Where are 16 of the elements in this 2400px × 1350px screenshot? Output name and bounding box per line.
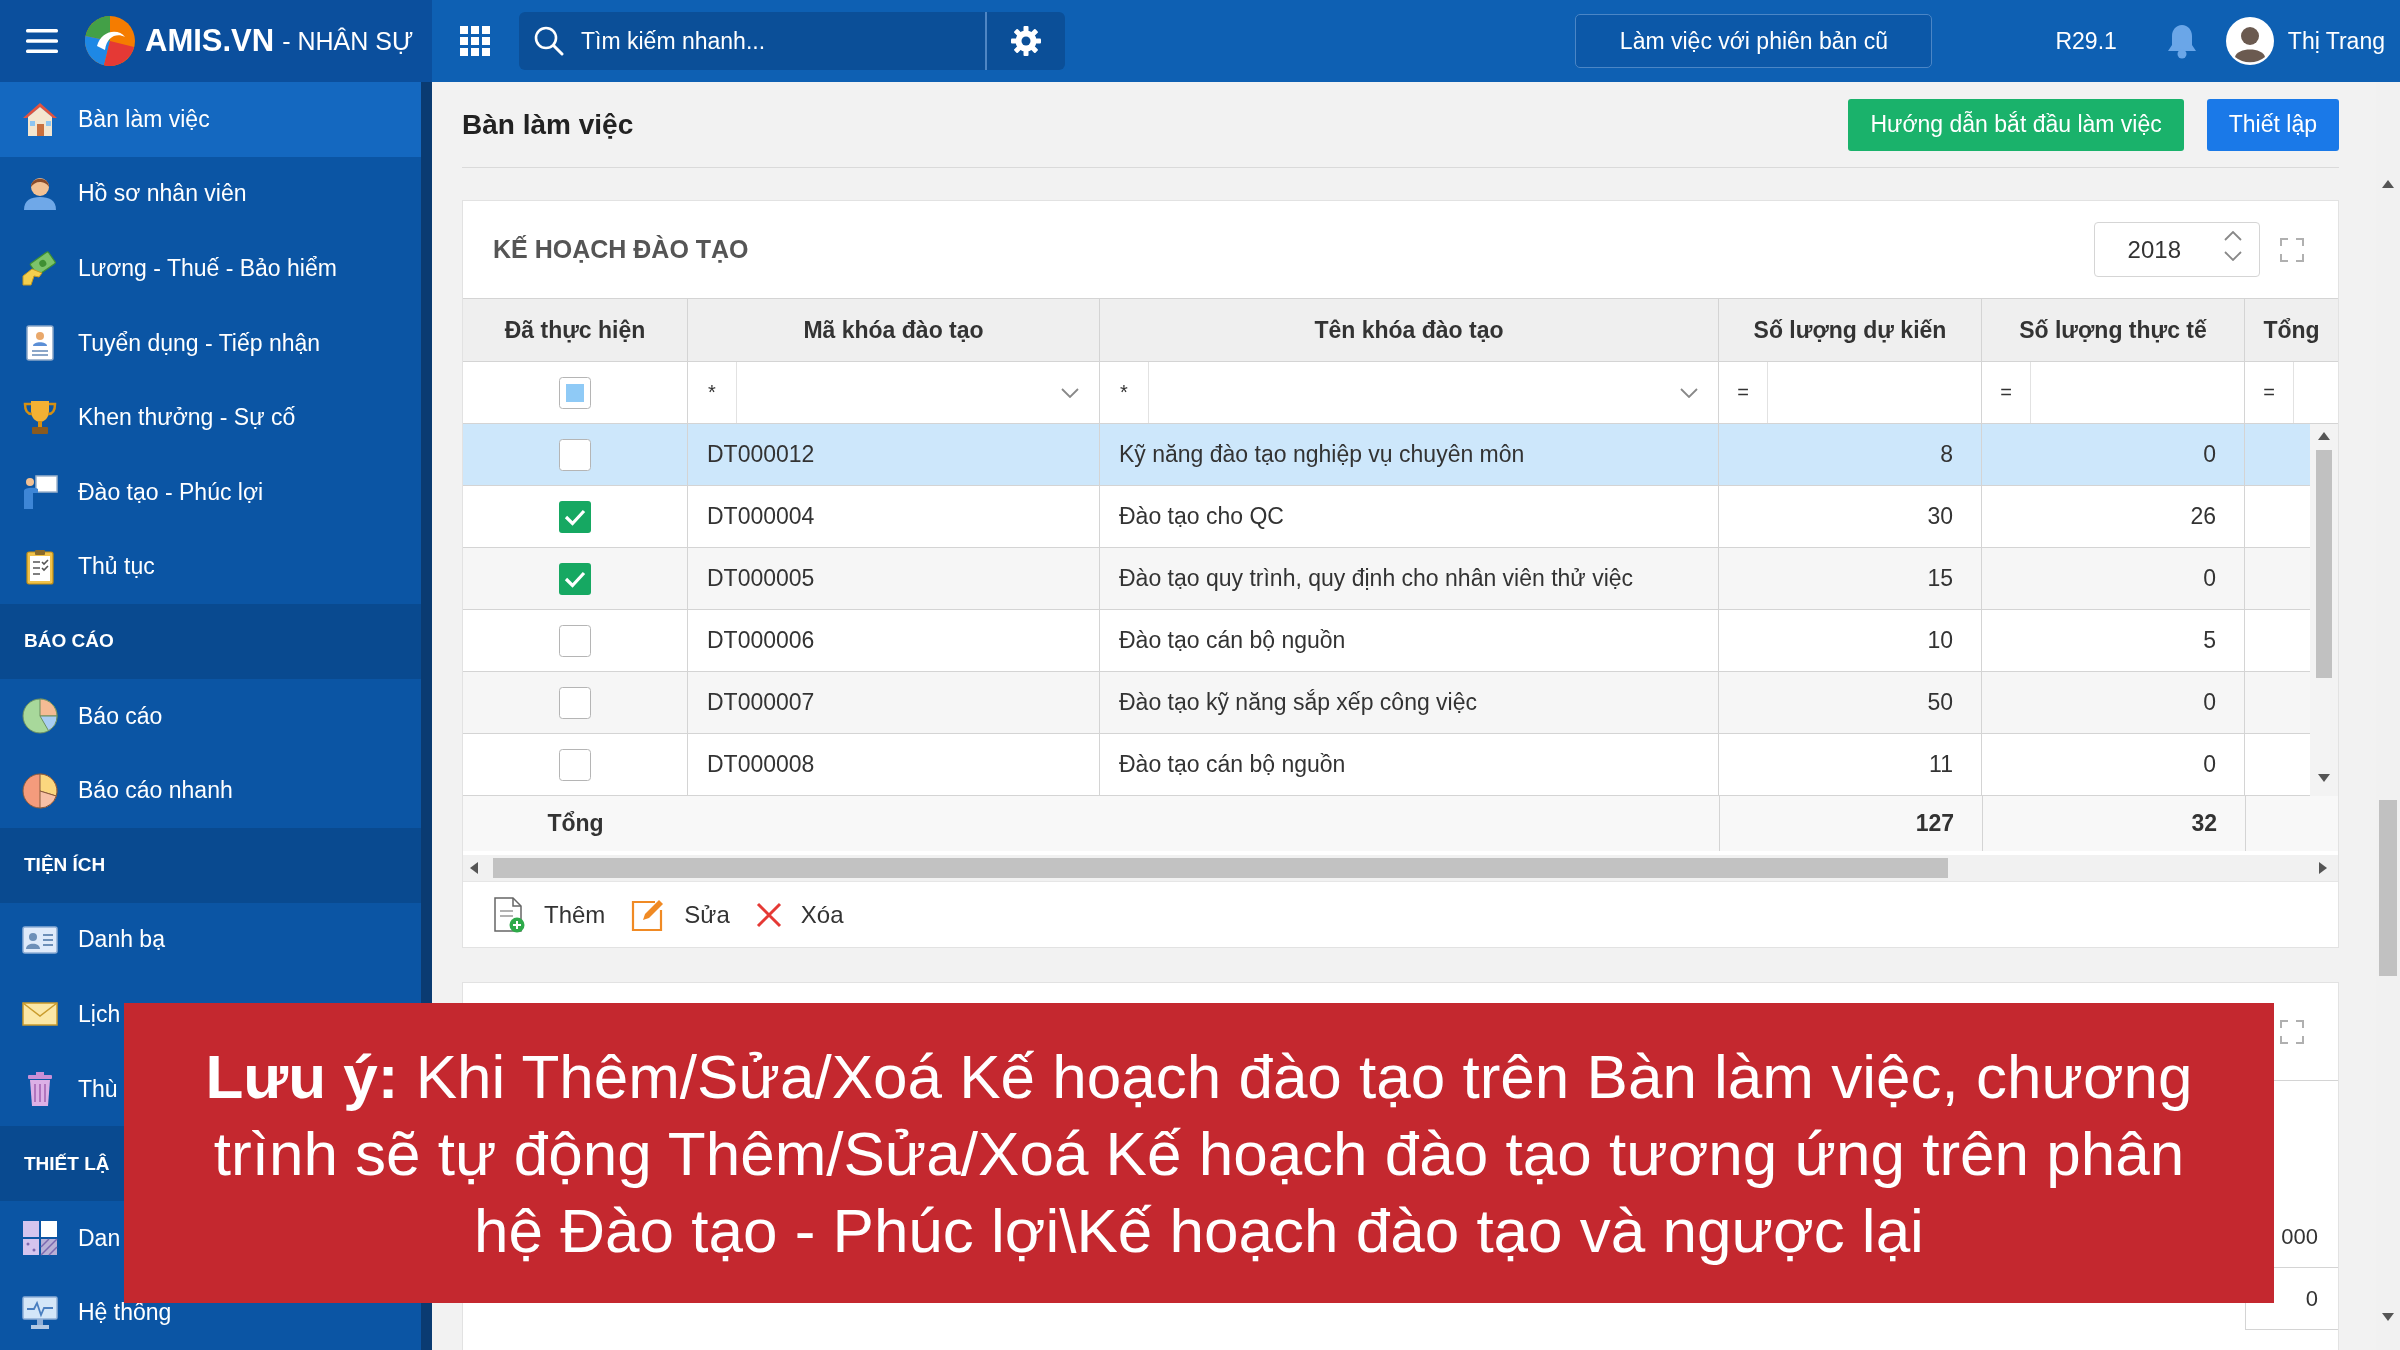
- total-label: Tổng: [546, 809, 605, 838]
- brand-name: AMIS.VN: [145, 23, 275, 59]
- section-title: BÁO CÁO: [0, 604, 421, 679]
- total-value: 127: [1719, 796, 1982, 851]
- column-header: Số lượng dự kiến: [1719, 299, 1982, 362]
- section-title: TIỆN ÍCH: [0, 827, 421, 903]
- total-value: 32: [1982, 796, 2245, 851]
- module-name: - NHÂN SỰ: [282, 26, 414, 56]
- version-label: R29.1: [2055, 27, 2117, 55]
- column-header: Tên khóa đào tạo: [1100, 299, 1719, 362]
- column-header: Đã thực hiện: [463, 299, 688, 362]
- column-header: Tổng: [2245, 299, 2338, 362]
- panel-title: KẾ HOẠCH ĐÀO TẠO: [493, 235, 749, 264]
- column-header: Mã khóa đào tạo: [688, 299, 1100, 362]
- column-header: Số lượng thực tế: [1982, 299, 2245, 362]
- page-title: Bàn làm việc: [462, 108, 634, 141]
